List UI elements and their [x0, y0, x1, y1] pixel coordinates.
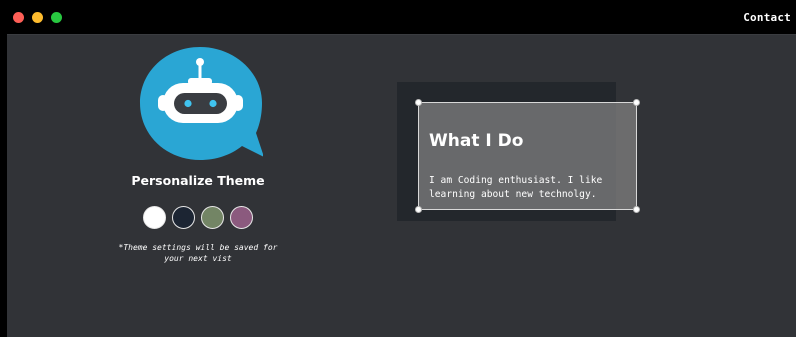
theme-swatch-plum[interactable]: [230, 206, 253, 229]
description-line: learning about new technolgy.: [429, 189, 597, 200]
what-i-do-heading: What I Do: [429, 131, 524, 151]
description-line: I am Coding enthusiast. I like: [429, 175, 603, 186]
close-window-button[interactable]: [13, 12, 24, 23]
what-i-do-card: What I Do I am Coding enthusiast. I like…: [415, 99, 640, 213]
minimize-window-button[interactable]: [32, 12, 43, 23]
theme-settings-note: *Theme settings will be saved for your n…: [98, 242, 298, 264]
theme-note-line: *Theme settings will be saved for: [118, 243, 278, 252]
what-i-do-description: I am Coding enthusiast. I like learning …: [429, 174, 637, 202]
robot-logo-icon: [140, 47, 263, 160]
maximize-window-button[interactable]: [51, 12, 62, 23]
theme-swatch-white[interactable]: [143, 206, 166, 229]
theme-swatch-navy[interactable]: [172, 206, 195, 229]
resize-handle-top-left[interactable]: [415, 99, 422, 106]
nav-link-contact[interactable]: Contact: [743, 11, 791, 24]
resize-handle-bottom-left[interactable]: [415, 206, 422, 213]
theme-note-line: your next vist: [164, 254, 232, 263]
resize-handle-top-right[interactable]: [633, 99, 640, 106]
theme-swatch-group: [143, 206, 253, 230]
theme-swatch-sage[interactable]: [201, 206, 224, 229]
title-bar: Contact: [0, 0, 796, 34]
app-window: Contact Personalize Theme *Theme setting…: [0, 0, 796, 337]
personalize-theme-title: Personalize Theme: [131, 173, 265, 188]
resize-handle-bottom-right[interactable]: [633, 206, 640, 213]
